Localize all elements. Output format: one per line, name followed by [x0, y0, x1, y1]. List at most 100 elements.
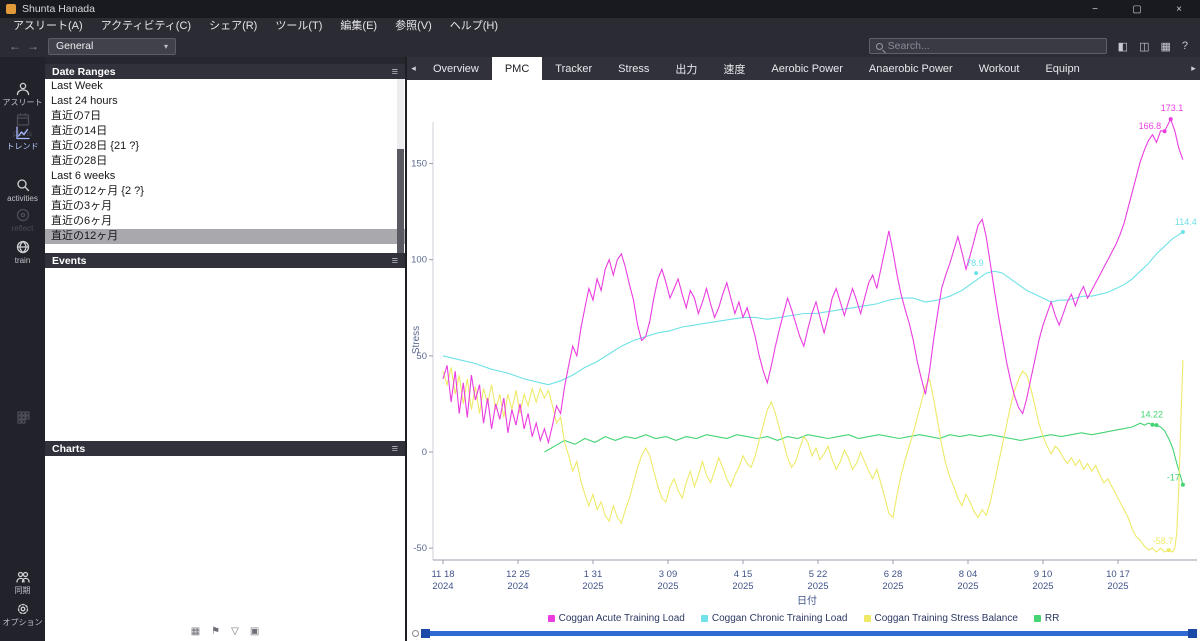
- globe-icon: [15, 239, 31, 255]
- tab-anaerobic-power[interactable]: Anaerobic Power: [856, 57, 966, 80]
- marker-label-tsb: -58.7: [1153, 536, 1174, 546]
- legend-item-tsb: Coggan Training Stress Balance: [864, 613, 1018, 624]
- rail-item-reflect[interactable]: reflect: [0, 207, 45, 233]
- events-menu-icon[interactable]: ≡: [392, 255, 398, 267]
- date-range-item-2[interactable]: 直近の7日: [45, 109, 405, 124]
- window-title: Shunta Hanada: [22, 3, 95, 15]
- chevron-down-icon: ▾: [164, 42, 168, 51]
- tab-scroll-left-icon[interactable]: ◂: [407, 63, 420, 74]
- forward-arrow-icon[interactable]: →: [24, 39, 42, 53]
- magnifier-icon: [15, 177, 31, 193]
- charts-menu-icon[interactable]: ≡: [392, 443, 398, 455]
- pmc-chart: Stress150100500-5011 18202412 2520241 31…: [407, 80, 1200, 610]
- tab-[interactable]: 出力: [662, 57, 710, 80]
- menu-item-3[interactable]: ツール(T): [266, 18, 331, 35]
- rail-item-label-train: train: [0, 256, 45, 265]
- charts-title: Charts: [52, 443, 85, 455]
- date-ranges-menu-icon[interactable]: ≡: [392, 66, 398, 78]
- menu-item-5[interactable]: 参照(V): [386, 18, 441, 35]
- rail-item-sync[interactable]: 同期: [0, 569, 45, 595]
- marker-label-ctl: 78.9: [966, 258, 984, 268]
- svg-text:1 31: 1 31: [584, 569, 603, 580]
- athlete-icon: [15, 81, 31, 97]
- tab-overview[interactable]: Overview: [420, 57, 492, 80]
- legend-swatch-ctl: [701, 615, 708, 622]
- slider-track[interactable]: [424, 631, 1194, 636]
- scrollbar-thumb[interactable]: [397, 149, 404, 253]
- date-range-item-4[interactable]: 直近の28日 {21 ?}: [45, 139, 405, 154]
- date-range-item-1[interactable]: Last 24 hours: [45, 94, 405, 109]
- views-grid-icon[interactable]: ▦: [1160, 40, 1170, 53]
- series-rr-line: [544, 423, 1183, 485]
- search-box[interactable]: [869, 38, 1107, 54]
- table-icon[interactable]: ▦: [191, 627, 200, 637]
- search-input[interactable]: [888, 40, 1100, 52]
- svg-text:2025: 2025: [732, 581, 753, 592]
- marker-rr: [1155, 423, 1159, 427]
- help-icon[interactable]: ?: [1182, 40, 1188, 52]
- svg-text:2024: 2024: [432, 581, 453, 592]
- date-range-scrollbar[interactable]: [397, 79, 404, 253]
- back-arrow-icon[interactable]: ←: [6, 39, 24, 53]
- filter-icon[interactable]: ▽: [231, 627, 239, 637]
- slider-handle-right[interactable]: [1188, 629, 1197, 638]
- date-range-item-8[interactable]: 直近の3ヶ月: [45, 199, 405, 214]
- tab-[interactable]: 速度: [710, 57, 758, 80]
- date-range-item-7[interactable]: 直近の12ヶ月 {2 ?}: [45, 184, 405, 199]
- date-range-item-0[interactable]: Last Week: [45, 79, 405, 94]
- rail-item-label-trends: トレンド: [0, 142, 45, 151]
- minimize-button[interactable]: −: [1074, 0, 1116, 18]
- tab-scroll-right-icon[interactable]: ▸: [1187, 63, 1200, 74]
- toolbar: ← → General ▾ ◧ ◫ ▦?: [0, 35, 1200, 57]
- maximize-button[interactable]: ▢: [1116, 0, 1158, 18]
- chart-legend: Coggan Acute Training LoadCoggan Chronic…: [407, 610, 1200, 626]
- tab-pmc[interactable]: PMC: [492, 57, 542, 80]
- svg-text:3 09: 3 09: [659, 569, 678, 580]
- tab-tracker[interactable]: Tracker: [542, 57, 605, 80]
- menu-item-2[interactable]: シェア(R): [200, 18, 266, 35]
- date-range-list: Last WeekLast 24 hours直近の7日直近の14日直近の28日 …: [45, 79, 405, 253]
- menu-item-4[interactable]: 編集(E): [331, 18, 386, 35]
- rail-item-train[interactable]: train: [0, 239, 45, 265]
- rail-item-apps[interactable]: [0, 409, 45, 425]
- tab-workout[interactable]: Workout: [966, 57, 1033, 80]
- close-button[interactable]: ×: [1158, 0, 1200, 18]
- sidebar-toggle-icon[interactable]: ◧: [1118, 40, 1128, 53]
- date-ranges-header: Date Ranges ≡: [45, 64, 405, 79]
- date-ranges-title: Date Ranges: [52, 66, 116, 78]
- x-axis-label: 日付: [797, 594, 817, 607]
- menu-item-6[interactable]: ヘルプ(H): [441, 18, 507, 35]
- chart-icon[interactable]: ▣: [250, 627, 259, 637]
- marker-label-rr: 14.22: [1141, 410, 1164, 420]
- slider-handle-left[interactable]: [421, 629, 430, 638]
- rail-item-trends[interactable]: トレンド: [0, 125, 45, 151]
- tab-aerobic-power[interactable]: Aerobic Power: [758, 57, 856, 80]
- app-icon: [6, 4, 16, 14]
- svg-text:150: 150: [411, 159, 427, 170]
- tab-equipn[interactable]: Equipn: [1032, 57, 1092, 80]
- rail-item-activities[interactable]: activities: [0, 177, 45, 203]
- menu-item-1[interactable]: アクティビティ(C): [92, 18, 200, 35]
- gear-icon: [15, 601, 31, 617]
- date-range-item-10[interactable]: 直近の12ヶ月: [45, 229, 405, 244]
- rail-item-options[interactable]: オプション: [0, 601, 45, 627]
- sidebar-rail: アスリートplansトレンドactivitiesreflecttrain同期オプ…: [0, 57, 45, 641]
- lowbar-toggle-icon[interactable]: ◫: [1139, 40, 1149, 53]
- date-range-item-6[interactable]: Last 6 weeks: [45, 169, 405, 184]
- date-range-item-9[interactable]: 直近の6ヶ月: [45, 214, 405, 229]
- bookmark-icon[interactable]: ⚑: [211, 627, 220, 637]
- menu-item-0[interactable]: アスリート(A): [4, 18, 92, 35]
- date-range-item-5[interactable]: 直近の28日: [45, 154, 405, 169]
- marker-atl: [1169, 117, 1173, 121]
- rail-item-athlete[interactable]: アスリート: [0, 81, 45, 107]
- date-range-item-3[interactable]: 直近の14日: [45, 124, 405, 139]
- legend-label-rr: RR: [1045, 613, 1059, 624]
- tab-stress[interactable]: Stress: [605, 57, 662, 80]
- rail-item-label-reflect: reflect: [0, 224, 45, 233]
- marker-label-atl: 166.8: [1139, 121, 1162, 131]
- rail-item-label-athlete: アスリート: [0, 98, 45, 107]
- events-title: Events: [52, 255, 86, 267]
- perspective-select[interactable]: General ▾: [48, 38, 176, 55]
- legend-swatch-tsb: [864, 615, 871, 622]
- svg-text:2025: 2025: [957, 581, 978, 592]
